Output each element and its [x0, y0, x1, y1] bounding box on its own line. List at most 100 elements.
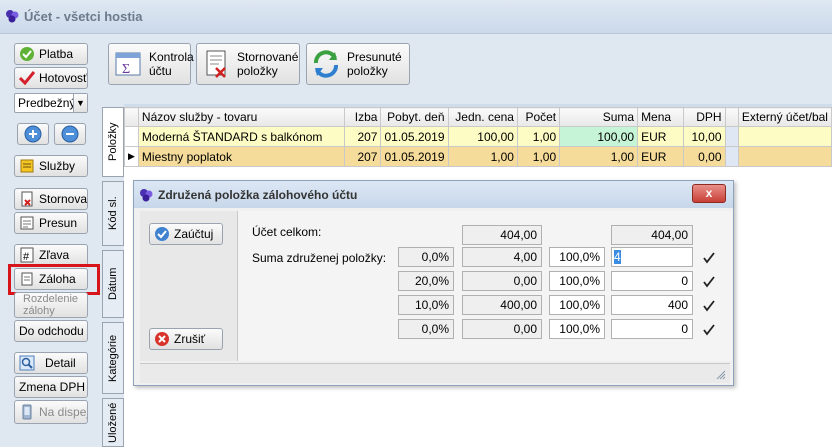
presun-button[interactable]: Presun: [14, 212, 88, 234]
tab-kategorie[interactable]: Kategórie: [102, 322, 124, 394]
mode-select[interactable]: Predbežný ▼: [14, 93, 88, 113]
hotovost-label: Hotovosť: [39, 71, 88, 85]
checkmark-icon[interactable]: [703, 276, 715, 288]
value-input[interactable]: 0: [611, 319, 693, 339]
minus-button[interactable]: [54, 123, 86, 145]
magnifier-icon: [19, 355, 35, 371]
kontrola-uctu-label: Kontrola účtu: [149, 50, 194, 78]
sluzby-button[interactable]: Služby: [14, 155, 88, 177]
vertical-tabs: Položky Kód sl. Dátum Kategórie Uložené: [100, 104, 124, 447]
table-row[interactable]: ▶ Miestny poplatok 207 01.05.2019 1,00 1…: [124, 146, 832, 167]
value-input[interactable]: 0: [611, 271, 693, 291]
table-row[interactable]: Moderná ŠTANDARD s balkónom 207 01.05.20…: [124, 126, 832, 147]
plus-icon: [24, 125, 42, 143]
kontrola-uctu-button[interactable]: Σ Kontrola účtu: [108, 43, 194, 85]
table-cell: 10,00: [683, 126, 726, 147]
col-header[interactable]: Jedn. cena: [447, 107, 518, 127]
na-dispej-button[interactable]: Na dispej: [14, 400, 88, 424]
stornovat-button[interactable]: Stornovať: [14, 188, 88, 210]
col-header[interactable]: Názov služby - tovaru: [137, 107, 346, 127]
stornovane-polozky-button[interactable]: Stornované položky: [196, 43, 300, 85]
table-cell: Moderná ŠTANDARD s balkónom: [137, 126, 346, 147]
phone-icon: [19, 404, 35, 420]
plus-button[interactable]: [17, 123, 49, 145]
resize-grip-icon[interactable]: [716, 370, 726, 380]
dialog-title: Združená položka zálohového účtu: [158, 188, 358, 202]
tab-ulozene[interactable]: Uložené: [102, 398, 124, 447]
table-cell: 100,00: [559, 126, 639, 147]
col-header[interactable]: Pobyt. deň: [380, 107, 449, 127]
item-amount: 0,00: [462, 319, 542, 339]
table-cell: 1,00: [516, 126, 561, 147]
value-input[interactable]: 400: [611, 295, 693, 315]
close-icon: x: [705, 186, 713, 200]
detail-button[interactable]: Detail: [14, 352, 88, 374]
col-header[interactable]: Suma: [559, 107, 639, 127]
mode-select-value: Predbežný: [18, 96, 76, 110]
chevron-down-icon[interactable]: ▼: [73, 94, 87, 112]
dialog-title-bar: Združená položka zálohového účtu x: [134, 181, 733, 208]
minus-icon: [61, 125, 79, 143]
deposit-dialog: Združená položka zálohového účtu x Zaúčt…: [133, 180, 734, 386]
tab-kod-sl[interactable]: Kód sl.: [102, 181, 124, 246]
percent-field[interactable]: 100,0%: [549, 295, 605, 315]
table-cell: EUR: [637, 146, 685, 167]
sum-document-icon: Σ: [115, 52, 141, 77]
table-cell: 207: [344, 126, 382, 147]
refresh-arrows-icon: [314, 50, 338, 78]
checkmark-icon[interactable]: [703, 300, 715, 312]
row-indicator: [124, 126, 139, 147]
percent-field[interactable]: 100,0%: [549, 319, 605, 339]
zrusit-label: Zrušiť: [174, 332, 206, 346]
col-header[interactable]: Mena: [637, 107, 685, 127]
do-odchodu-label: Do odchodu: [19, 324, 84, 338]
cancel-icon: [154, 331, 170, 347]
checkmark-icon[interactable]: [703, 324, 715, 336]
zauctuj-button[interactable]: Zaúčtuj: [149, 223, 223, 245]
col-header[interactable]: [724, 107, 739, 127]
col-header[interactable]: Izba: [344, 107, 382, 127]
table-cell: [724, 146, 739, 167]
zlava-button[interactable]: # Zľava: [14, 244, 88, 266]
checkmark-icon[interactable]: [703, 252, 715, 264]
ucet-celkom-total: 404,00: [611, 225, 693, 245]
dialog-status-bar: [140, 363, 730, 383]
services-icon: [19, 158, 35, 174]
item-amount: 400,00: [462, 295, 542, 315]
percent-field[interactable]: 100,0%: [549, 271, 605, 291]
transfer-icon: [19, 215, 35, 231]
items-table: Názov služby - tovaru Izba Pobyt. deň Je…: [124, 107, 832, 167]
zmena-dph-button[interactable]: Zmena DPH: [14, 376, 88, 398]
dph-rate: 20,0%: [398, 271, 454, 291]
dph-rate: 0,0%: [398, 247, 454, 267]
tab-polozky[interactable]: Položky: [102, 107, 124, 177]
col-header[interactable]: Externý účet/bal: [737, 107, 832, 127]
detail-label: Detail: [45, 356, 76, 370]
do-odchodu-button[interactable]: Do odchodu: [14, 320, 88, 342]
stornovat-label: Stornovať: [39, 192, 88, 206]
rozdelenie-button[interactable]: Rozdelenie zálohy: [14, 292, 88, 318]
value-input[interactable]: 4: [611, 247, 693, 267]
table-cell: Miestny poplatok: [137, 146, 346, 167]
na-dispej-label: Na dispej: [39, 405, 88, 419]
presunute-polozky-button[interactable]: Presunuté položky: [306, 43, 410, 85]
dph-rate: 0,0%: [398, 319, 454, 339]
tab-datum[interactable]: Dátum: [102, 250, 124, 318]
row-pointer-icon: ▶: [124, 146, 139, 167]
table-cell: 1,00: [447, 146, 518, 167]
platba-button[interactable]: Platba: [14, 43, 88, 65]
cancelled-items-icon: [206, 50, 226, 78]
table-cell: [724, 126, 739, 147]
close-button[interactable]: x: [692, 184, 726, 203]
checkmark-red-icon: [19, 70, 35, 86]
suma-zdruzenej-label: Suma združenej položky:: [252, 251, 387, 265]
hotovost-button[interactable]: Hotovosť: [14, 67, 88, 89]
toolbar: Σ Kontrola účtu Stornované položky Presunu…: [100, 34, 832, 104]
check-circle-icon: [154, 226, 170, 242]
ucet-celkom-label: Účet celkom:: [252, 225, 322, 239]
table-cell: 0,00: [683, 146, 726, 167]
percent-field[interactable]: 100,0%: [549, 247, 605, 267]
col-header[interactable]: DPH: [683, 107, 726, 127]
col-header[interactable]: Počet: [516, 107, 561, 127]
zrusit-button[interactable]: Zrušiť: [149, 328, 223, 350]
